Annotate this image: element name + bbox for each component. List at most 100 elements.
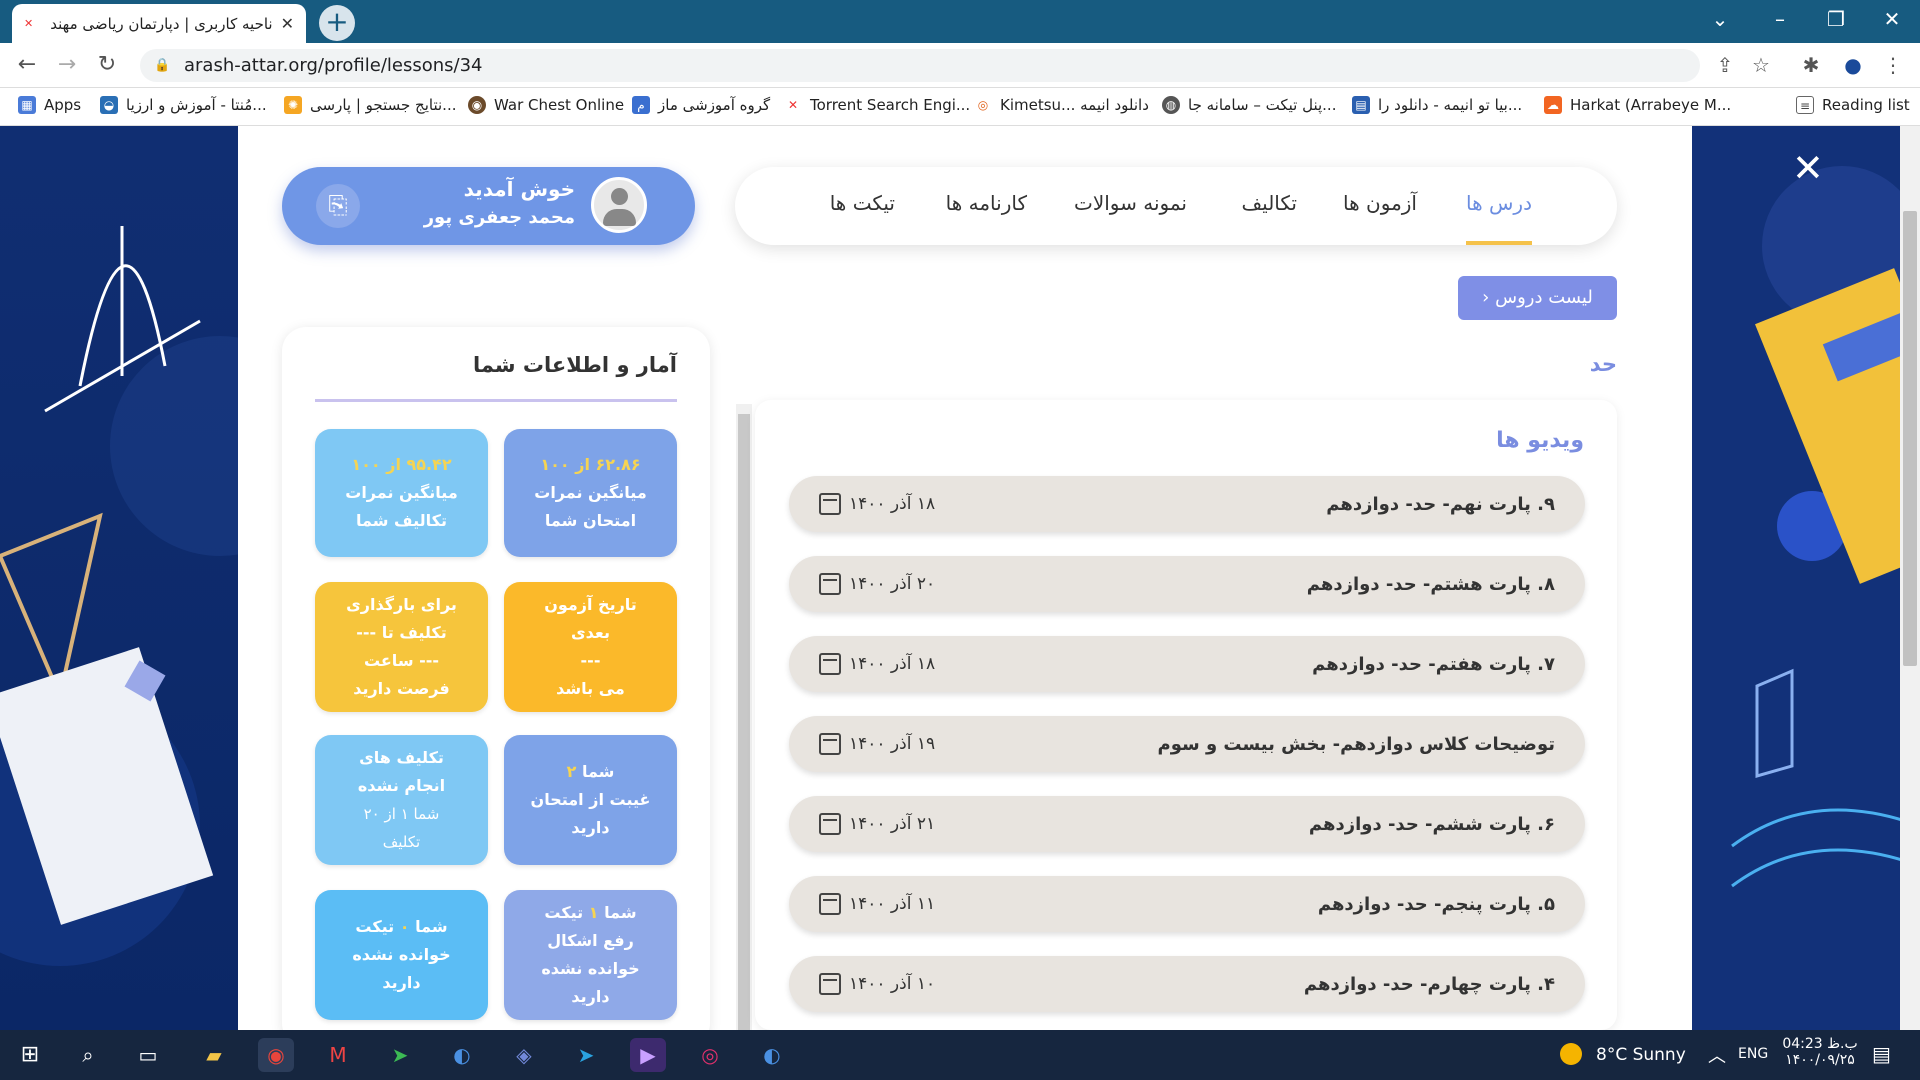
lessons-list-button[interactable]: لیست دروس ‹ [1458, 276, 1617, 320]
browser-tab[interactable]: ✕ ناحیه کاربری | دپارتمان ریاضی مهندس ✕ [12, 4, 306, 43]
tab-search-icon[interactable]: ⌄ [1690, 0, 1750, 40]
close-window-icon[interactable]: ✕ [1862, 0, 1920, 40]
back-icon[interactable]: ← [12, 51, 42, 81]
discord-icon[interactable]: ◈ [506, 1038, 542, 1072]
url-field[interactable]: 🔒 arash-attar.org/profile/lessons/34 [140, 49, 1700, 82]
video-date: ۱۸ آذر ۱۴۰۰ [819, 493, 935, 515]
videos-scrollbar[interactable] [736, 404, 752, 1030]
telegram-icon[interactable]: ➤ [568, 1038, 604, 1072]
bookmark-maz[interactable]: م گروه آموزشی ماز [632, 96, 770, 114]
upload-deadline-card: برای بارگذاری تکلیف تا --- --- ساعت فرصت… [315, 582, 488, 712]
extensions-icon[interactable]: ✱ [1797, 53, 1825, 81]
stats-divider [315, 399, 677, 402]
bookmark-monta[interactable]: ◒ مُنتا - آموزش و ارزیا... [100, 96, 267, 114]
share-icon[interactable]: ⇪ [1711, 53, 1739, 81]
tab-report-cards[interactable]: کارنامه ها [946, 191, 1027, 215]
bookmark-ticket-panel[interactable]: ◍ پنل تیکت – سامانه جا... [1162, 96, 1336, 114]
bookmark-parsi[interactable]: ✺ نتایج جستجو | پارسی... [284, 96, 456, 114]
minimize-icon[interactable]: – [1750, 0, 1810, 40]
video-title: ۹. پارت نهم- حد- دوازدهم [1326, 493, 1555, 515]
calendar-icon [819, 493, 841, 515]
avatar [591, 177, 647, 233]
language-indicator[interactable]: ENG [1738, 1046, 1768, 1062]
tab-exams[interactable]: آزمون ها [1343, 191, 1417, 215]
video-date: ۲۱ آذر ۱۴۰۰ [819, 813, 935, 835]
stats-panel: آمار و اطلاعات شما ۶۲.۸۶ از ۱۰۰ میانگین … [282, 327, 710, 1047]
search-icon[interactable]: ⌕ [70, 1038, 106, 1072]
warchest-icon: ◉ [468, 96, 486, 114]
maximize-icon[interactable]: ❐ [1806, 0, 1866, 40]
monta-icon: ◒ [100, 96, 118, 114]
bookmark-harkat[interactable]: ☁ Harkat (Arrabeye M... [1544, 96, 1731, 114]
page-scrollbar-thumb[interactable] [1903, 211, 1917, 666]
logout-icon[interactable]: ⎘ [316, 184, 360, 228]
tab-lessons[interactable]: درس ها [1466, 191, 1532, 245]
video-item[interactable]: ۲۱ آذر ۱۴۰۰ ۶. پارت ششم- حد- دوازدهم [789, 796, 1585, 852]
exam-average-value: ۶۲.۸۶ [595, 455, 641, 474]
reading-list[interactable]: ≡ Reading list [1796, 96, 1910, 114]
absence-count: ۲ [566, 762, 577, 781]
instagram-icon[interactable]: ◎ [692, 1038, 728, 1072]
left-decoration [0, 126, 330, 1030]
torrent-icon: ✕ [784, 96, 802, 114]
calculator-illustration-icon: ✕ [1731, 146, 1920, 888]
video-item[interactable]: ۱۸ آذر ۱۴۰۰ ۷. پارت هفتم- حد- دوازدهم [789, 636, 1585, 692]
weather-text[interactable]: 8°C Sunny [1596, 1045, 1686, 1065]
video-title: ۷. پارت هفتم- حد- دوازدهم [1312, 653, 1555, 675]
task-view-icon[interactable]: ▭ [130, 1038, 166, 1072]
main-nav-tabs: درس ها آزمون ها تکالیف نمونه سوالات کارن… [735, 167, 1617, 245]
page-scrollbar[interactable] [1900, 126, 1920, 1030]
calendar-icon [819, 653, 841, 675]
tab-sample-questions[interactable]: نمونه سوالات [1074, 191, 1187, 215]
file-explorer-icon[interactable]: ▰ [196, 1038, 232, 1072]
exam-average-card: ۶۲.۸۶ از ۱۰۰ میانگین نمرات امتحان شما [504, 429, 677, 557]
profile-avatar-icon[interactable]: ● [1839, 53, 1867, 81]
bookmark-torrent[interactable]: ✕ Torrent Search Engi... [784, 96, 970, 114]
menu-icon[interactable]: ⋮ [1879, 53, 1907, 81]
videos-heading: ویدیو ها [1496, 428, 1584, 453]
windows-start-icon[interactable]: ⊞ [12, 1038, 48, 1072]
new-tab-button[interactable]: + [319, 5, 355, 41]
sun-icon: ✺ [284, 96, 302, 114]
calendar-icon [819, 973, 841, 995]
video-item[interactable]: ۱۰ آذر ۱۴۰۰ ۴. پارت چهارم- حد- دوازدهم [789, 956, 1585, 1012]
calendar-icon [819, 573, 841, 595]
browser-app-icon[interactable]: ◐ [754, 1038, 790, 1072]
reload-icon[interactable]: ↻ [92, 51, 122, 81]
notifications-icon[interactable]: ▤ [1872, 1042, 1891, 1066]
site-favicon-icon: ✕ [24, 16, 34, 30]
clock[interactable]: 04:23 ب.ظ ۱۴۰۰/۰۹/۲۵ [1780, 1036, 1860, 1068]
video-date: ۲۰ آذر ۱۴۰۰ [819, 573, 935, 595]
videos-scrollbar-thumb[interactable] [738, 414, 750, 1030]
video-item[interactable]: ۱۱ آذر ۱۴۰۰ ۵. پارت پنجم- حد- دوازدهم [789, 876, 1585, 932]
absence-card: شما ۲ غیبت از امتحان دارید [504, 735, 677, 865]
telegram-green-icon[interactable]: ➤ [382, 1038, 418, 1072]
bookmark-apps[interactable]: ▦ Apps [18, 96, 81, 114]
video-item[interactable]: ۱۸ آذر ۱۴۰۰ ۹. پارت نهم- حد- دوازدهم [789, 476, 1585, 532]
tab-tickets[interactable]: تیکت ها [830, 191, 895, 215]
gmail-icon[interactable]: M [320, 1038, 356, 1072]
bookmark-star-icon[interactable]: ☆ [1747, 53, 1775, 81]
video-editor-icon[interactable]: ▶ [630, 1038, 666, 1072]
maz-icon: م [632, 96, 650, 114]
bookmarks-bar: ▦ Apps ◒ مُنتا - آموزش و ارزیا... ✺ نتایج ج… [0, 88, 1920, 126]
calendar-icon [819, 733, 841, 755]
video-item[interactable]: ۱۹ آذر ۱۴۰۰ توضیحات کلاس دوازدهم- بخش بیس… [789, 716, 1585, 772]
stats-heading: آمار و اطلاعات شما [472, 353, 677, 377]
url-text: arash-attar.org/profile/lessons/34 [184, 55, 483, 76]
chrome-icon[interactable]: ◉ [258, 1038, 294, 1072]
chevron-up-icon[interactable]: ︿ [1708, 1042, 1726, 1068]
app-icon[interactable]: ◐ [444, 1038, 480, 1072]
welcome-card: خوش آمدید محمد جعفری پور ⎘ [282, 167, 695, 245]
bookmark-warchest[interactable]: ◉ War Chest Online [468, 96, 624, 114]
video-title: ۵. پارت پنجم- حد- دوازدهم [1317, 893, 1555, 915]
bookmark-biatoanime[interactable]: ▤ بیا تو انیمه - دانلود را... [1352, 96, 1522, 114]
next-exam-card: تاریخ آزمون بعدی --- می باشد [504, 582, 677, 712]
bookmark-kimetsu[interactable]: ◎ Kimetsu... دانلود انیمه [974, 96, 1149, 114]
close-tab-icon[interactable]: ✕ [281, 14, 294, 33]
tab-assignments[interactable]: تکالیف [1241, 191, 1297, 215]
forward-icon[interactable]: → [52, 51, 82, 81]
video-title: ۸. پارت هشتم- حد- دوازدهم [1306, 573, 1555, 595]
lesson-topic: حد [1589, 352, 1617, 376]
video-item[interactable]: ۲۰ آذر ۱۴۰۰ ۸. پارت هشتم- حد- دوازدهم [789, 556, 1585, 612]
